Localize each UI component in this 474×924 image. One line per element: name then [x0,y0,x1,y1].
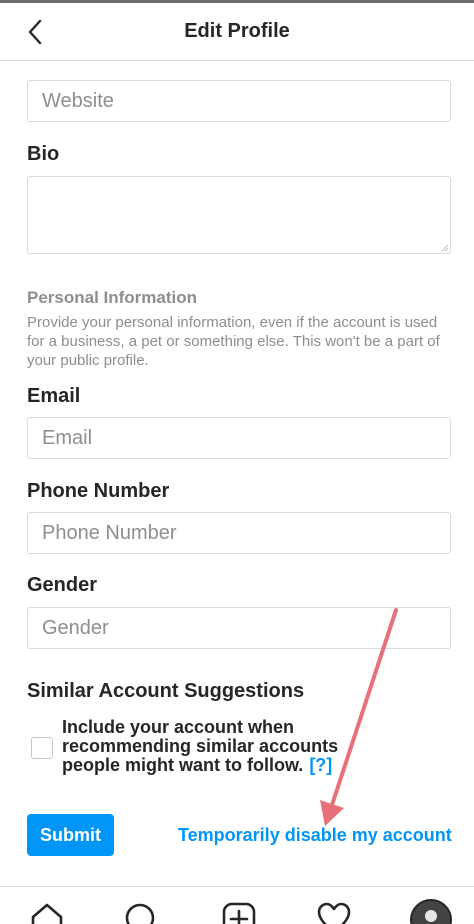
email-label: Email [27,385,81,407]
resize-handle-icon[interactable] [441,244,449,252]
user-icon [425,910,437,922]
suggestions-checkbox[interactable] [31,737,53,759]
new-post-icon [222,902,256,924]
annotation-arrow [320,608,398,826]
tab-activity[interactable] [316,901,352,924]
gender-label: Gender [27,574,98,596]
tab-new-post[interactable] [221,901,257,924]
disable-account-link[interactable]: Temporarily disable my account [178,825,452,846]
phone-input[interactable] [27,512,451,554]
heart-icon [317,902,351,924]
suggestions-label: Similar Account Suggestions [27,680,305,702]
personal-info-description: Provide your personal information, even … [27,314,440,369]
website-input[interactable] [27,80,451,122]
suggestions-text: Include your account when recommending s… [62,718,362,775]
gender-input[interactable] [27,607,451,649]
personal-info-title: Personal Information [27,288,198,307]
search-icon [125,903,155,924]
phone-label: Phone Number [27,480,170,502]
page-title: Edit Profile [184,20,290,42]
tab-search[interactable] [123,901,159,924]
bio-input[interactable] [27,176,451,254]
submit-button[interactable]: Submit [27,814,114,856]
header: Edit Profile [0,3,474,61]
suggestions-checkbox-text: Include your account when recommending s… [62,717,339,775]
tab-home[interactable] [29,901,65,924]
help-link[interactable]: [?] [309,755,332,775]
bio-label: Bio [27,143,60,165]
bottom-tab-bar [0,886,474,924]
email-input[interactable] [27,417,451,459]
home-icon [31,903,63,924]
